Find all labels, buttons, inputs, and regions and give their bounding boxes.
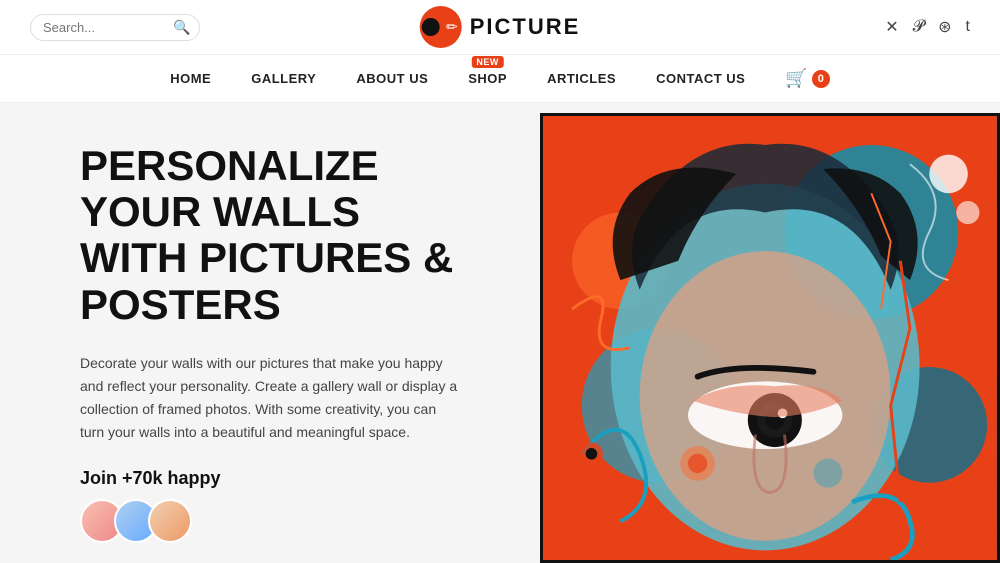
twitter-icon[interactable]: ✕: [885, 17, 898, 37]
nav-articles[interactable]: ARTICLES: [547, 71, 616, 86]
settings-icon[interactable]: ⊛: [938, 17, 951, 37]
search-icon: 🔍: [173, 19, 190, 35]
join-text: Join +70k happy: [80, 468, 460, 489]
search-area: 🔍: [30, 14, 200, 41]
pinterest-icon[interactable]: 𝓟: [913, 18, 925, 36]
nav-gallery[interactable]: GALLERY: [251, 71, 316, 86]
nav-contact[interactable]: CONTACT US: [656, 71, 745, 86]
nav-home[interactable]: HOME: [170, 71, 211, 86]
cart-button[interactable]: 🛒 0: [785, 68, 829, 89]
nav-shop[interactable]: SHOP: [468, 71, 507, 86]
search-button[interactable]: 🔍: [173, 19, 190, 36]
nav-about[interactable]: ABOUT US: [356, 71, 428, 86]
hero-title: PERSONALIZE YOUR WALLS WITH PICTURES & P…: [80, 143, 460, 328]
nav-shop-wrapper: NEW SHOP: [468, 70, 507, 88]
main-content: PERSONALIZE YOUR WALLS WITH PICTURES & P…: [0, 103, 1000, 563]
logo-text: PICTURE: [470, 14, 581, 40]
artwork-area: [510, 103, 1000, 563]
tumblr-icon[interactable]: t: [966, 18, 970, 36]
hero-description: Decorate your walls with our pictures th…: [80, 352, 460, 444]
main-navigation: HOME GALLERY ABOUT US NEW SHOP ARTICLES …: [0, 55, 1000, 103]
social-icons-area: ✕ 𝓟 ⊛ t: [885, 17, 970, 37]
avatars-row: [80, 499, 460, 543]
artwork-frame: [540, 113, 1000, 563]
hero-content: PERSONALIZE YOUR WALLS WITH PICTURES & P…: [0, 103, 510, 563]
logo-icon: [420, 6, 462, 48]
artwork-image: [543, 116, 997, 560]
site-header: 🔍 PICTURE ✕ 𝓟 ⊛ t: [0, 0, 1000, 55]
cart-icon: 🛒: [785, 68, 807, 89]
cart-count: 0: [812, 70, 830, 88]
logo-area: PICTURE: [420, 6, 581, 48]
avatar-3: [148, 499, 192, 543]
search-input[interactable]: [43, 20, 173, 35]
artwork-svg: [543, 116, 997, 560]
new-badge: NEW: [471, 56, 504, 68]
